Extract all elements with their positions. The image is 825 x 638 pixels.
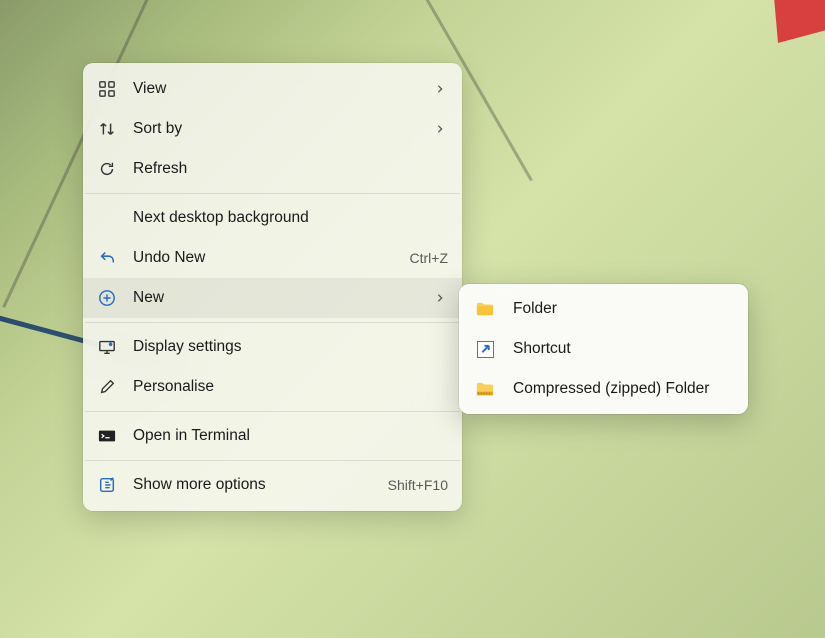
menu-separator bbox=[85, 193, 460, 194]
menu-item-personalise[interactable]: Personalise bbox=[83, 367, 462, 407]
submenu-item-folder[interactable]: Folder bbox=[459, 289, 748, 329]
menu-item-next-background[interactable]: Next desktop background bbox=[83, 198, 462, 238]
more-options-icon bbox=[97, 475, 117, 495]
personalise-brush-icon bbox=[97, 377, 117, 397]
menu-label: View bbox=[133, 80, 432, 98]
shortcut-icon bbox=[475, 339, 495, 359]
menu-label: New bbox=[133, 289, 432, 307]
menu-separator bbox=[85, 411, 460, 412]
refresh-icon bbox=[97, 159, 117, 179]
menu-label: Display settings bbox=[133, 338, 448, 356]
menu-label: Refresh bbox=[133, 160, 448, 178]
menu-item-show-more-options[interactable]: Show more options Shift+F10 bbox=[83, 465, 462, 505]
chevron-right-icon bbox=[432, 124, 448, 134]
menu-label: Undo New bbox=[133, 249, 410, 267]
menu-item-view[interactable]: View bbox=[83, 69, 462, 109]
submenu-item-compressed-folder[interactable]: Compressed (zipped) Folder bbox=[459, 369, 748, 409]
menu-label: Folder bbox=[513, 300, 732, 318]
submenu-new: Folder Shortcut Compressed (zipped) Fold… bbox=[459, 284, 748, 414]
menu-label: Next desktop background bbox=[133, 209, 448, 227]
menu-item-open-terminal[interactable]: Open in Terminal bbox=[83, 416, 462, 456]
menu-label: Show more options bbox=[133, 476, 388, 494]
terminal-icon bbox=[97, 426, 117, 446]
menu-item-undo[interactable]: Undo New Ctrl+Z bbox=[83, 238, 462, 278]
undo-icon bbox=[97, 248, 117, 268]
submenu-item-shortcut[interactable]: Shortcut bbox=[459, 329, 748, 369]
menu-separator bbox=[85, 460, 460, 461]
menu-item-refresh[interactable]: Refresh bbox=[83, 149, 462, 189]
chevron-right-icon bbox=[432, 293, 448, 303]
wallpaper-corner-tag bbox=[774, 0, 825, 43]
menu-item-display-settings[interactable]: Display settings bbox=[83, 327, 462, 367]
menu-separator bbox=[85, 322, 460, 323]
shortcut-hint: Shift+F10 bbox=[388, 477, 448, 493]
sort-arrows-icon bbox=[97, 119, 117, 139]
view-grid-icon bbox=[97, 79, 117, 99]
menu-label: Shortcut bbox=[513, 340, 732, 358]
display-settings-icon bbox=[97, 337, 117, 357]
new-plus-icon bbox=[97, 288, 117, 308]
menu-label: Sort by bbox=[133, 120, 432, 138]
desktop-context-menu: View Sort by Refresh Next desktop backgr… bbox=[83, 63, 462, 511]
blank-icon bbox=[97, 208, 117, 228]
menu-label: Personalise bbox=[133, 378, 448, 396]
menu-label: Compressed (zipped) Folder bbox=[513, 380, 732, 398]
menu-item-sort-by[interactable]: Sort by bbox=[83, 109, 462, 149]
menu-item-new[interactable]: New bbox=[83, 278, 462, 318]
shortcut-hint: Ctrl+Z bbox=[410, 250, 449, 266]
chevron-right-icon bbox=[432, 84, 448, 94]
menu-label: Open in Terminal bbox=[133, 427, 448, 445]
folder-icon bbox=[475, 299, 495, 319]
zip-folder-icon bbox=[475, 379, 495, 399]
